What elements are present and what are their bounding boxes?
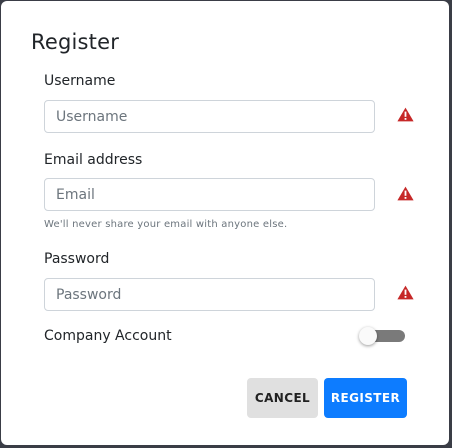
register-button[interactable]: REGISTER [324, 378, 407, 418]
toggle-thumb [359, 327, 377, 345]
password-label: Password [44, 251, 110, 267]
email-input[interactable] [44, 178, 375, 211]
email-help-text: We'll never share your email with anyone… [44, 219, 288, 230]
cancel-button[interactable]: CANCEL [247, 378, 318, 418]
username-label: Username [44, 73, 116, 89]
password-input[interactable] [44, 278, 375, 311]
register-dialog: Register Username Email address We'll ne… [1, 1, 449, 445]
warning-icon [397, 285, 414, 300]
warning-icon [397, 186, 414, 201]
company-account-label: Company Account [44, 328, 172, 344]
email-label: Email address [44, 152, 143, 168]
company-account-toggle[interactable] [359, 327, 405, 345]
dialog-title: Register [31, 30, 120, 54]
username-input[interactable] [44, 100, 375, 133]
warning-icon [397, 107, 414, 122]
